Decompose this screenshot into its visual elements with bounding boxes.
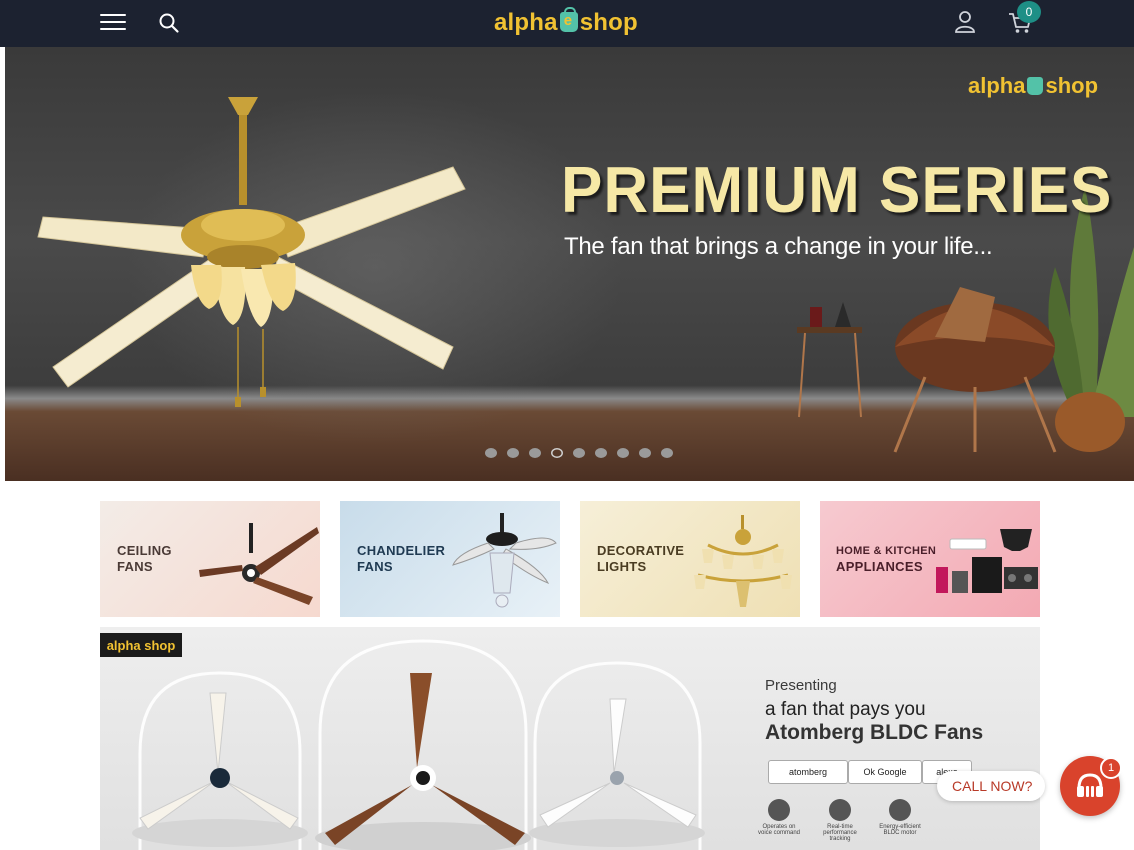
category-label-line2: FANS — [117, 559, 153, 574]
promo-banner[interactable]: alpha shop Presenting a fan that pays yo… — [100, 627, 1040, 850]
category-label-line2: FANS — [357, 559, 393, 574]
bldc-fans-image — [132, 639, 705, 850]
feature-label: Energy-efficient BLDC motor — [879, 824, 921, 836]
category-label-line2: LIGHTS — [597, 559, 647, 574]
ceiling-fan-image — [37, 97, 466, 407]
category-label-line1: HOME & KITCHEN — [836, 545, 937, 557]
feature-label: Real-time performance tracking — [823, 824, 857, 842]
logo-text-left: alpha — [494, 9, 558, 36]
shopping-bag-icon — [559, 7, 578, 32]
voice-command-icon — [768, 799, 790, 821]
slider-dot[interactable] — [529, 448, 541, 458]
category-label: HOME & KITCHEN APPLIANCES — [836, 544, 936, 574]
site-logo[interactable]: alpha shop — [494, 7, 638, 38]
slider-dot[interactable] — [617, 448, 629, 458]
ok-google-badge: Ok Google — [848, 760, 922, 784]
cart-count-badge[interactable]: 0 — [1017, 1, 1041, 23]
feature-voice: Operates on voice command — [755, 799, 803, 836]
category-label-line1: CHANDELIER — [357, 543, 446, 558]
hero-logo-right: shop — [1045, 73, 1099, 98]
feature-tracking: Real-time performance tracking — [816, 799, 864, 842]
category-decorative-lights[interactable]: DECORATIVE LIGHTS — [580, 501, 800, 617]
slider-dot[interactable] — [507, 448, 519, 458]
category-label: DECORATIVE LIGHTS — [597, 543, 684, 575]
category-chandelier-fans[interactable]: CHANDELIER FANS — [340, 501, 560, 617]
slider-dot[interactable] — [485, 448, 497, 458]
site-header: alpha shop 0 — [0, 0, 1134, 47]
user-icon[interactable] — [954, 10, 976, 34]
bldc-motor-icon — [889, 799, 911, 821]
hero-subtitle: The fan that brings a change in your lif… — [564, 233, 993, 260]
chandelier-fan-thumbnail — [452, 513, 557, 608]
appliances-thumbnail — [936, 529, 1038, 593]
call-notification-badge: 1 — [1100, 757, 1122, 779]
logo-text-right: shop — [579, 9, 638, 36]
headset-icon — [1077, 773, 1103, 797]
category-home-kitchen-appliances[interactable]: HOME & KITCHEN APPLIANCES — [820, 501, 1040, 617]
slider-dot[interactable] — [595, 448, 607, 458]
slider-dot[interactable] — [661, 448, 673, 458]
slider-dot[interactable] — [639, 448, 651, 458]
category-label-line2: APPLIANCES — [836, 559, 923, 574]
feature-label: Operates on voice command — [757, 824, 801, 836]
hero-logo-left: alpha — [968, 73, 1026, 98]
category-label-line1: CEILING — [117, 543, 172, 558]
hero-brand-logo: alpha shop — [968, 73, 1098, 99]
performance-tracking-icon — [829, 799, 851, 821]
atomberg-app-badge: atomberg — [768, 760, 848, 784]
banner-tagline: a fan that pays you — [765, 699, 926, 720]
category-label-line1: DECORATIVE — [597, 543, 685, 558]
chandelier-thumbnail — [694, 515, 792, 607]
call-now-label[interactable]: CALL NOW? — [937, 771, 1045, 801]
menu-icon[interactable] — [100, 14, 126, 32]
ceiling-fan-thumbnail — [199, 523, 319, 605]
category-ceiling-fans[interactable]: CEILING FANS — [100, 501, 320, 617]
category-label: CHANDELIER FANS — [357, 543, 445, 575]
slider-dot[interactable] — [573, 448, 585, 458]
category-label: CEILING FANS — [117, 543, 172, 575]
hero-title: PREMIUM SERIES — [561, 154, 1113, 227]
hero-slider[interactable]: alpha shop PREMIUM SERIES The fan that b… — [5, 47, 1134, 481]
search-icon[interactable] — [158, 12, 180, 34]
shopping-bag-icon — [1027, 77, 1044, 95]
banner-presenting: Presenting — [765, 677, 837, 694]
slider-pagination — [485, 448, 673, 458]
feature-motor: Energy-efficient BLDC motor — [876, 799, 924, 836]
banner-headline: Atomberg BLDC Fans — [765, 721, 984, 744]
slider-dot-active[interactable] — [551, 448, 563, 458]
